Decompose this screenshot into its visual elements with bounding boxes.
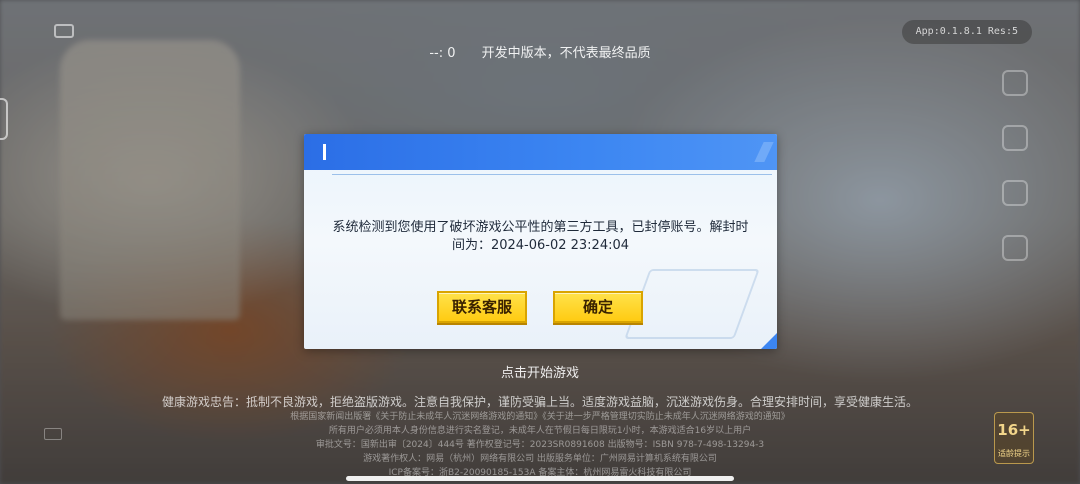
dialog-watermark-logo bbox=[624, 269, 760, 339]
age-rating-label: 适龄提示 bbox=[998, 449, 1030, 458]
header-divider bbox=[332, 171, 772, 175]
version-badge: App:0.1.8.1 Res:5 bbox=[901, 20, 1032, 44]
record-icon[interactable] bbox=[54, 24, 74, 38]
age-rating-badge[interactable]: 16+ 适龄提示 bbox=[994, 412, 1034, 464]
header-accent-bar bbox=[323, 144, 326, 160]
fps-counter: --: 0 bbox=[429, 46, 456, 61]
health-notice: 健康游戏忠告：抵制不良游戏，拒绝盗版游戏。注意自我保护，谨防受骗上当。适度游戏益… bbox=[161, 395, 918, 409]
dialog-message: 系统检测到您使用了破坏游戏公平性的第三方工具，已封停账号。解封时间为：2024-… bbox=[332, 220, 749, 253]
home-indicator[interactable] bbox=[346, 476, 734, 481]
start-game-prompt[interactable]: 点击开始游戏 bbox=[0, 362, 1080, 381]
account-icon[interactable] bbox=[1002, 125, 1028, 151]
survey-icon[interactable] bbox=[1002, 180, 1028, 206]
dev-notice-text: 开发中版本，不代表最终品质 bbox=[481, 46, 651, 61]
header-decoration bbox=[754, 142, 774, 162]
dialog-header bbox=[304, 134, 777, 170]
age-rating-number: 16+ bbox=[997, 421, 1031, 439]
side-menu bbox=[1002, 70, 1028, 290]
contact-support-button[interactable]: 联系客服 bbox=[437, 291, 527, 323]
legal-info: 根据国家新闻出版署《关于防止未成年人沉迷网络游戏的通知》《关于进一步严格管理切实… bbox=[0, 410, 1080, 480]
legal-line: 审批文号：国新出审〔2024〕444号 著作权登记号：2023SR0891608… bbox=[315, 440, 765, 450]
ban-notice-dialog: 系统检测到您使用了破坏游戏公平性的第三方工具，已封停账号。解封时间为：2024-… bbox=[304, 134, 777, 349]
confirm-button[interactable]: 确定 bbox=[553, 291, 643, 323]
rights-icon bbox=[44, 428, 62, 440]
announcement-icon[interactable] bbox=[1002, 70, 1028, 96]
legal-line: 所有用户必须用本人身份信息进行实名登记，未成年人在节假日每日限玩1小时，本游戏适… bbox=[328, 426, 752, 436]
side-handle[interactable] bbox=[0, 98, 8, 140]
dev-notice-bar: --: 0 开发中版本，不代表最终品质 bbox=[0, 42, 1080, 61]
dialog-corner-decoration bbox=[761, 333, 777, 349]
legal-line: 游戏著作权人：网易（杭州）网络有限公司 出版服务单位：广州网易计算机系统有限公司 bbox=[363, 454, 717, 464]
repair-icon[interactable] bbox=[1002, 235, 1028, 261]
legal-line: 根据国家新闻出版署《关于防止未成年人沉迷网络游戏的通知》《关于进一步严格管理切实… bbox=[290, 412, 790, 422]
